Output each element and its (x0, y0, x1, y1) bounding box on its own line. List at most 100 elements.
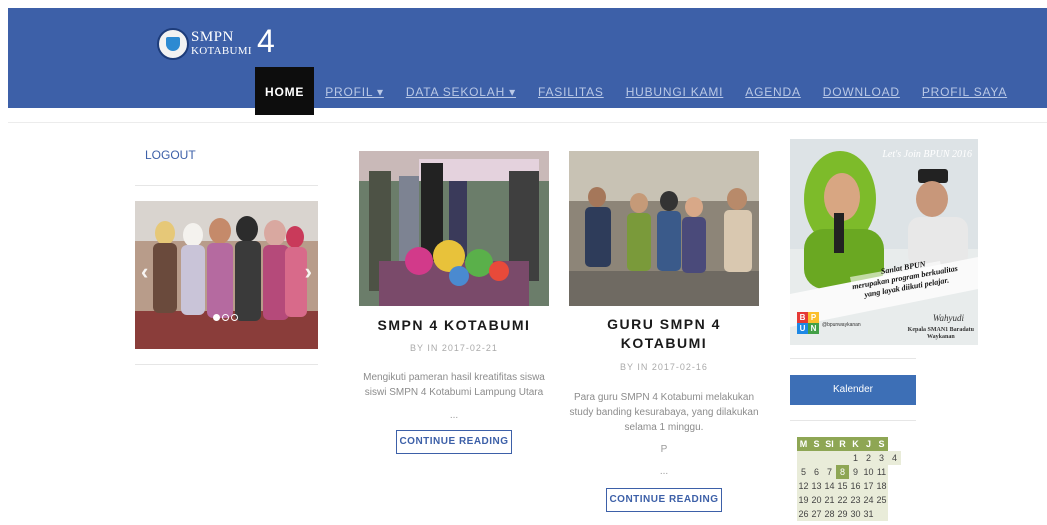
school-emblem-icon (157, 28, 189, 60)
calendar-day[interactable]: 10 (862, 465, 875, 479)
calendar-day (836, 451, 849, 465)
calendar-day-header: S (875, 437, 888, 451)
calendar-day-header: R (836, 437, 849, 451)
slider-next-icon[interactable]: › (305, 261, 312, 283)
calendar-week: 26 27 28 29 30 31 (797, 507, 901, 521)
calendar-day[interactable]: 17 (862, 479, 875, 493)
calendar-day[interactable]: 30 (849, 507, 862, 521)
calendar-week: 12 13 14 15 16 17 18 (797, 479, 901, 493)
calendar-week: 5 6 7 8 9 10 11 (797, 465, 901, 479)
post-photo-group (569, 151, 759, 306)
calendar-day[interactable]: 14 (823, 479, 836, 493)
calendar-day[interactable]: 22 (836, 493, 849, 507)
calendar-day[interactable]: 27 (810, 507, 823, 521)
post-title[interactable]: SMPN 4 KOTABUMI (359, 316, 549, 335)
calendar-day[interactable]: 1 (849, 451, 862, 465)
calendar-day-header: J (862, 437, 875, 451)
site-header: SMPN KOTABUMI 4 HOME PROFIL ▾ DATA SEKOL… (8, 8, 1047, 115)
logo-number: 4 (257, 23, 275, 59)
badge-letter: B (797, 312, 808, 323)
calendar-day-header: M (797, 437, 810, 451)
slider-photo (135, 201, 318, 349)
post-meta: BY IN 2017-02-21 (410, 343, 498, 353)
calendar-week: 19 20 21 22 23 24 25 (797, 493, 901, 507)
calendar-day-header: K (849, 437, 862, 451)
badge-letter: P (808, 312, 819, 323)
calendar-day[interactable]: 28 (823, 507, 836, 521)
nav-agenda[interactable]: AGENDA (734, 67, 811, 115)
photo-slider[interactable]: ‹ › (135, 201, 318, 349)
slider-dot[interactable] (213, 314, 220, 321)
banner-top-text: Let's Join BPUN 2016 (882, 149, 972, 160)
bpun-badge-icon: B P U N (797, 312, 819, 334)
calendar-day[interactable]: 24 (862, 493, 875, 507)
nav-data-sekolah[interactable]: DATA SEKOLAH ▾ (395, 67, 527, 115)
kalender-widget-title[interactable]: Kalender (790, 375, 916, 405)
nav-profil-saya[interactable]: PROFIL SAYA (911, 67, 1018, 115)
bpun-banner[interactable]: Let's Join BPUN 2016 Sanlat BPUN merupak… (790, 139, 978, 345)
post-meta: BY IN 2017-02-16 (620, 362, 708, 372)
calendar-day[interactable]: 9 (849, 465, 862, 479)
nav-download[interactable]: DOWNLOAD (812, 67, 911, 115)
calendar-day-today[interactable]: 8 (836, 465, 849, 479)
main-nav: HOME PROFIL ▾ DATA SEKOLAH ▾ FASILITAS H… (255, 67, 1018, 115)
banner-signature: Wahyudi (932, 313, 964, 323)
calendar-day[interactable]: 13 (810, 479, 823, 493)
post-photo-exhibition (359, 151, 549, 306)
calendar-day[interactable]: 4 (888, 451, 901, 465)
calendar-day[interactable]: 12 (797, 479, 810, 493)
calendar-day[interactable]: 29 (836, 507, 849, 521)
calendar-day (797, 451, 810, 465)
calendar-day (810, 451, 823, 465)
slider-dot[interactable] (231, 314, 238, 321)
calendar-day[interactable]: 3 (875, 451, 888, 465)
nav-home[interactable]: HOME (255, 67, 315, 115)
calendar-day[interactable]: 11 (875, 465, 888, 479)
banner-caption: Kepala SMAN1 Baradatu Waykanan (908, 327, 974, 341)
calendar-day[interactable]: 15 (836, 479, 849, 493)
site-logo[interactable]: SMPN KOTABUMI 4 (157, 23, 287, 66)
post-title[interactable]: GURU SMPN 4 KOTABUMI (569, 315, 759, 353)
sidebar-divider (135, 185, 318, 186)
calendar-day[interactable]: 18 (875, 479, 888, 493)
calendar-day[interactable]: 25 (875, 493, 888, 507)
calendar-day[interactable]: 23 (849, 493, 862, 507)
badge-letter: N (808, 323, 819, 334)
nav-profil[interactable]: PROFIL ▾ (314, 67, 395, 115)
calendar-day-header: Sl (823, 437, 836, 451)
sidebar-divider (135, 364, 318, 365)
calendar-day[interactable]: 31 (862, 507, 875, 521)
nav-hubungi-kami[interactable]: HUBUNGI KAMI (615, 67, 735, 115)
header-divider (8, 122, 1047, 123)
post-ellipsis: ... (659, 466, 669, 477)
calendar-day[interactable]: 19 (797, 493, 810, 507)
sidebar-divider (790, 420, 916, 421)
post-excerpt: Para guru SMPN 4 Kotabumi melakukan stud… (569, 392, 759, 433)
logout-link[interactable]: LOGOUT (145, 148, 196, 162)
calendar: M S Sl R K J S 1 2 3 4 5 6 7 8 9 10 11 1… (797, 437, 901, 521)
calendar-week: 1 2 3 4 (797, 451, 901, 465)
calendar-day[interactable]: 7 (823, 465, 836, 479)
calendar-header-row: M S Sl R K J S (797, 437, 901, 451)
calendar-day[interactable]: 26 (797, 507, 810, 521)
calendar-day[interactable]: 16 (849, 479, 862, 493)
calendar-day-header: S (810, 437, 823, 451)
continue-reading-button[interactable]: CONTINUE READING (606, 488, 722, 512)
post-ellipsis: ... (449, 410, 459, 421)
calendar-day[interactable]: 20 (810, 493, 823, 507)
nav-fasilitas[interactable]: FASILITAS (527, 67, 615, 115)
continue-reading-button[interactable]: CONTINUE READING (396, 430, 512, 454)
calendar-day[interactable]: 5 (797, 465, 810, 479)
calendar-day[interactable]: 21 (823, 493, 836, 507)
slider-prev-icon[interactable]: ‹ (141, 261, 148, 283)
calendar-day[interactable]: 2 (862, 451, 875, 465)
post-image[interactable] (359, 151, 549, 306)
badge-letter: U (797, 323, 808, 334)
slider-dot[interactable] (222, 314, 229, 321)
logo-text-line2: KOTABUMI (191, 45, 252, 57)
calendar-day[interactable]: 6 (810, 465, 823, 479)
post-extra: P (660, 444, 668, 455)
calendar-day (823, 451, 836, 465)
sidebar-divider (790, 358, 916, 359)
post-image[interactable] (569, 151, 759, 306)
